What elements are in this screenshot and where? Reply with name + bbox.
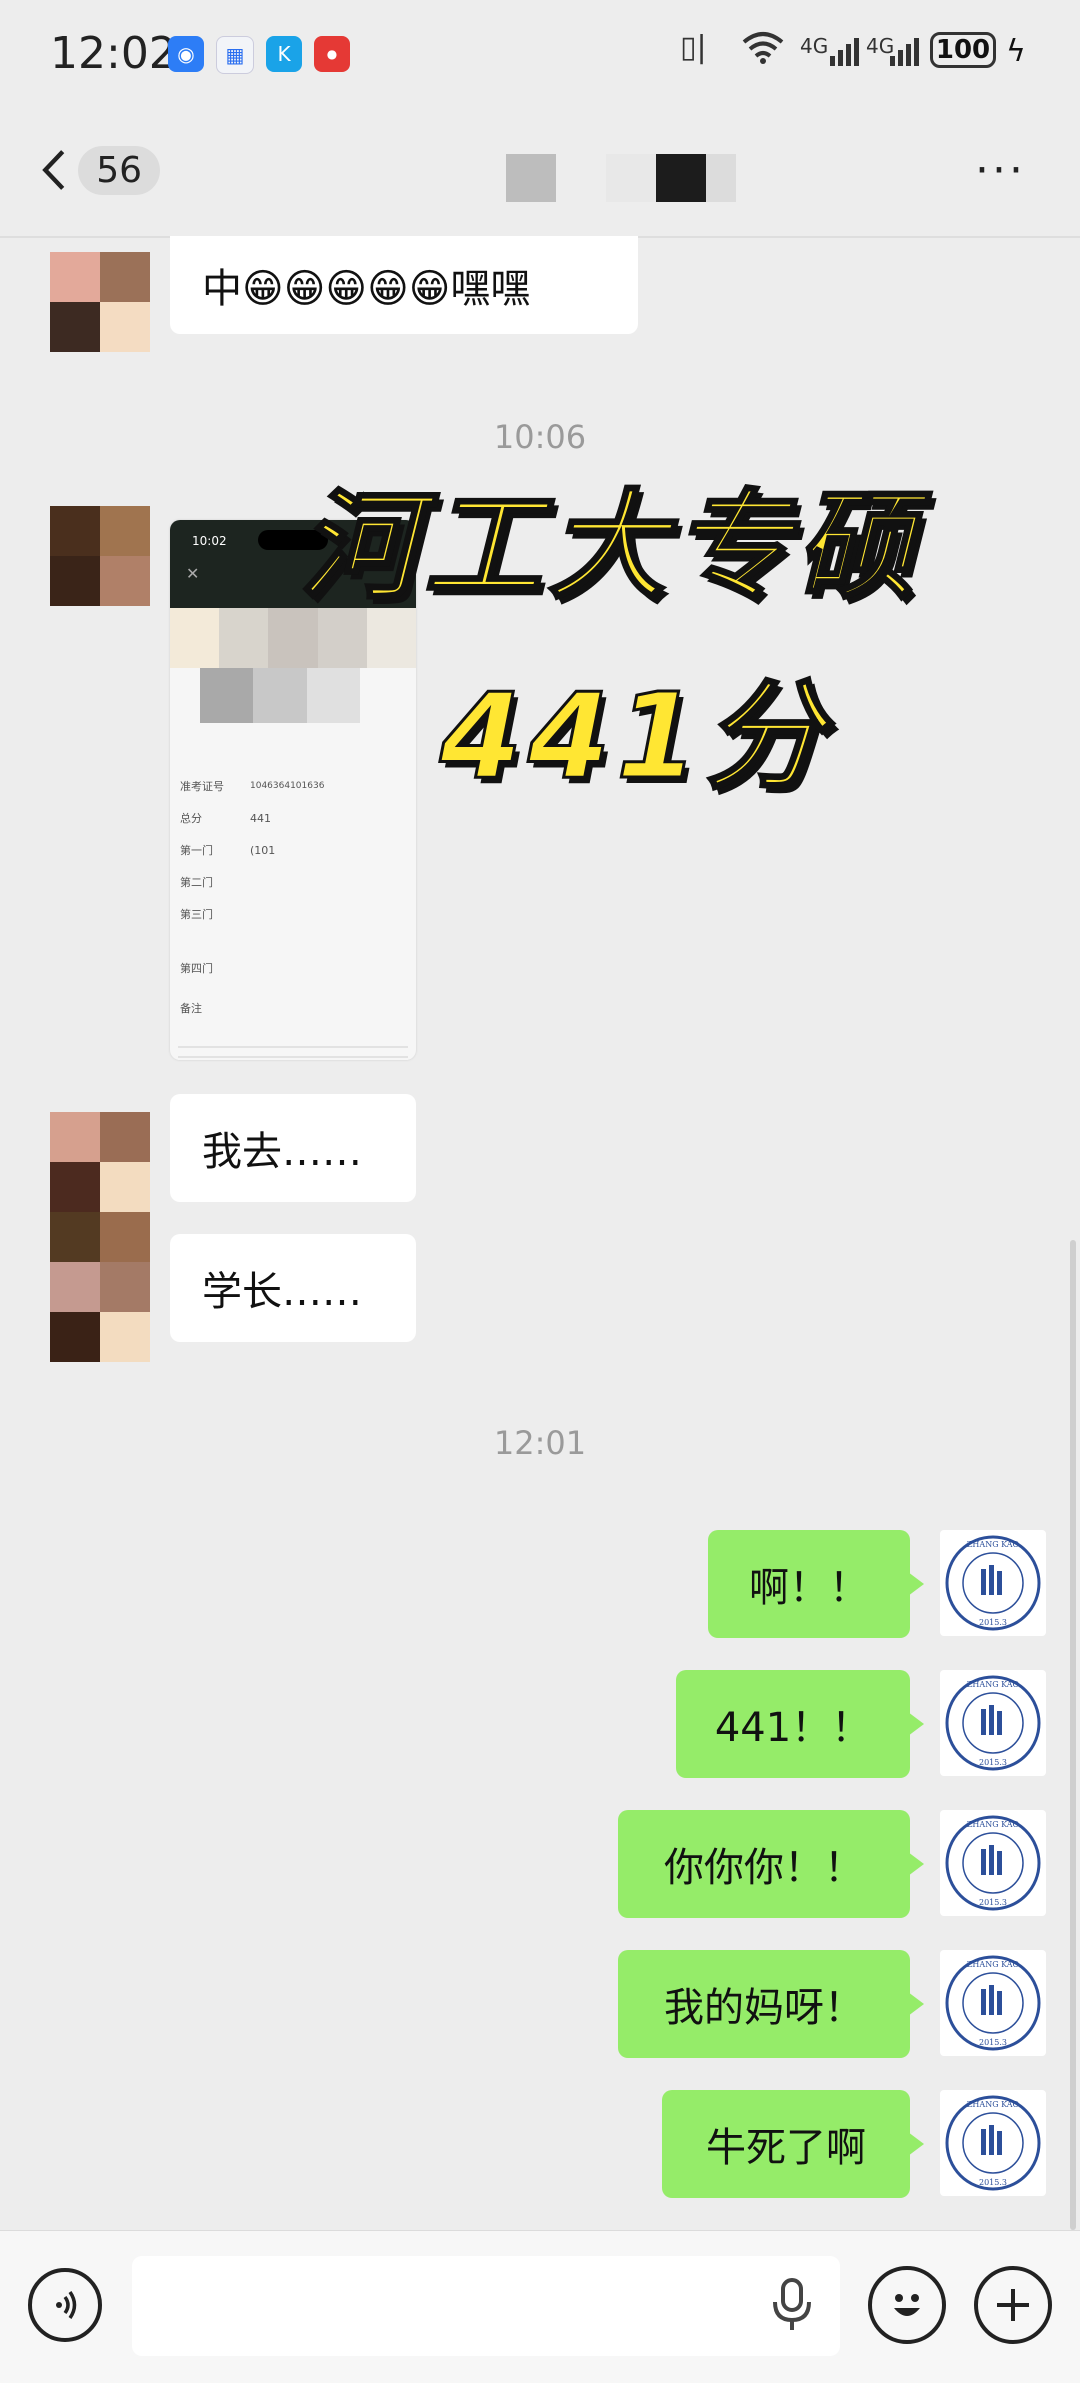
image-row-value: 1046364101636 [250, 781, 325, 791]
mic-icon [773, 2278, 811, 2330]
own-avatar[interactable]: ZHANG KAO 2015.3 [940, 1670, 1046, 1776]
outgoing-message-bubble[interactable]: 441！！ [676, 1670, 910, 1778]
mic-button[interactable] [770, 2278, 814, 2336]
back-button[interactable]: 56 [40, 140, 160, 200]
incoming-message-bubble[interactable]: 我去…… [170, 1094, 416, 1202]
svg-text:2015.3: 2015.3 [979, 1898, 1007, 1907]
own-avatar[interactable]: ZHANG KAO 2015.3 [940, 1810, 1046, 1916]
emoji-button[interactable] [868, 2266, 946, 2344]
voice-icon [56, 2291, 77, 2319]
svg-text:2015.3: 2015.3 [979, 2178, 1007, 2187]
svg-text:ZHANG KAO: ZHANG KAO [967, 1540, 1020, 1549]
image-row-label: 第二门 [180, 876, 213, 889]
charging-icon: ϟ [1006, 34, 1026, 69]
contact-avatar[interactable] [50, 1212, 150, 1362]
image-row-label: 第三门 [180, 908, 213, 921]
plus-icon [997, 2289, 1029, 2321]
app-k-icon: K [266, 36, 302, 72]
image-row-label: 备注 [180, 1002, 202, 1015]
chat-title-redacted[interactable] [500, 150, 750, 202]
wifi-icon [740, 30, 786, 74]
app-notification-icon: ◉ [168, 36, 204, 72]
seal-logo: ZHANG KAO 2015.3 [945, 2095, 1041, 2191]
image-row-label: 第一门 [180, 844, 213, 857]
outgoing-message-bubble[interactable]: 我的妈呀！ [618, 1950, 910, 2058]
more-options-button[interactable]: ··· [975, 145, 1026, 196]
chevron-left-icon [42, 150, 65, 190]
signal-icon-1 [830, 36, 864, 70]
overlay-caption-line2: 441分 [438, 666, 829, 807]
own-avatar[interactable]: ZHANG KAO 2015.3 [940, 1530, 1046, 1636]
chat-scrollbar[interactable] [1070, 1240, 1076, 2230]
vibrate-icon: ▯| [680, 30, 707, 65]
battery-indicator: 100 [930, 32, 996, 68]
status-time: 12:02 [50, 28, 177, 79]
contact-avatar[interactable] [50, 506, 150, 606]
svg-text:ZHANG KAO: ZHANG KAO [967, 1960, 1020, 1969]
image-row-value: 441 [250, 811, 271, 825]
image-footnote-text [178, 1038, 408, 1060]
seal-logo: ZHANG KAO 2015.3 [945, 1815, 1041, 1911]
contact-avatar[interactable] [50, 252, 150, 352]
svg-text:ZHANG KAO: ZHANG KAO [967, 2100, 1020, 2109]
emoji-icon [894, 2294, 920, 2316]
image-row-label: 总分 [180, 812, 202, 825]
image-row-label: 第四门 [180, 962, 213, 975]
svg-text:ZHANG KAO: ZHANG KAO [967, 1820, 1020, 1829]
voice-toggle-button[interactable] [28, 2268, 102, 2342]
svg-text:ZHANG KAO: ZHANG KAO [967, 1680, 1020, 1689]
outgoing-message-bubble[interactable]: 你你你！！ [618, 1810, 910, 1918]
app-red-icon: ● [314, 36, 350, 72]
image-time: 10:02 [192, 534, 227, 548]
calendar-notification-icon: ▦ [216, 36, 254, 74]
svg-text:2015.3: 2015.3 [979, 1618, 1007, 1627]
signal-icon-2 [890, 36, 924, 70]
network-label-1: 4G [800, 34, 829, 58]
incoming-message-bubble[interactable]: 学长…… [170, 1234, 416, 1342]
overlay-caption-line1: 河工大专硕 [298, 476, 921, 617]
svg-text:2015.3: 2015.3 [979, 2038, 1007, 2047]
image-row-label: 准考证号 [180, 780, 224, 793]
seal-logo: ZHANG KAO 2015.3 [945, 1675, 1041, 1771]
own-avatar[interactable]: ZHANG KAO 2015.3 [940, 1950, 1046, 2056]
image-row-value: (101 [250, 843, 276, 857]
unread-badge: 56 [78, 145, 160, 195]
outgoing-message-bubble[interactable]: 啊！！ [708, 1530, 910, 1638]
seal-logo: ZHANG KAO 2015.3 [945, 1535, 1041, 1631]
svg-text:2015.3: 2015.3 [979, 1758, 1007, 1767]
contact-avatar[interactable] [50, 1112, 150, 1212]
more-functions-button[interactable] [974, 2266, 1052, 2344]
seal-logo: ZHANG KAO 2015.3 [945, 1955, 1041, 2051]
outgoing-message-bubble[interactable]: 牛死了啊 [662, 2090, 910, 2198]
timestamp: 12:01 [493, 1424, 587, 1462]
own-avatar[interactable]: ZHANG KAO 2015.3 [940, 2090, 1046, 2196]
image-close-icon: ✕ [186, 564, 200, 583]
incoming-message-bubble[interactable]: 中😁😁😁😁😁嘿嘿 [170, 236, 638, 334]
message-input[interactable] [132, 2256, 840, 2356]
